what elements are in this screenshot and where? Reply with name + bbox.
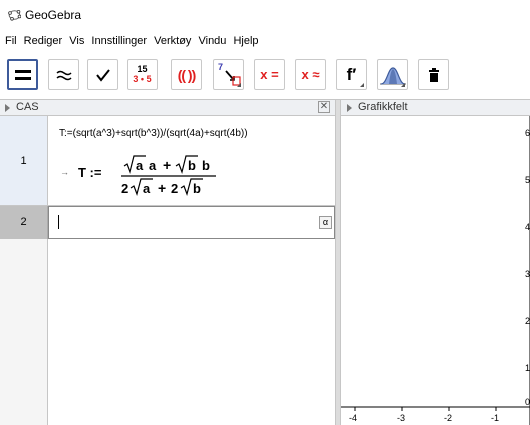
num-b: b bbox=[202, 158, 210, 173]
menu-edit[interactable]: Rediger bbox=[24, 32, 63, 47]
solve-button[interactable]: x = bbox=[254, 59, 285, 90]
cas-header-label: CAS bbox=[16, 101, 39, 113]
den-sqrt-b: b bbox=[193, 181, 201, 196]
den-sqrt-a: a bbox=[143, 181, 151, 196]
factor-numbers-button[interactable]: 15 3 • 5 bbox=[127, 59, 158, 90]
solve-text: x = bbox=[260, 67, 279, 82]
title-bar: GeoGebra bbox=[0, 0, 530, 30]
keep-input-button[interactable] bbox=[87, 59, 118, 90]
window-title: GeoGebra bbox=[25, 8, 82, 22]
graphics-canvas[interactable]: -4 -3 -2 -1 6 5 4 3 2 1 0 bbox=[341, 116, 530, 425]
close-panel-button[interactable]: ✕ bbox=[318, 101, 330, 113]
fraction-output: a a + b b 2 a + 2 b bbox=[121, 155, 216, 196]
menu-help[interactable]: Hjelp bbox=[233, 32, 258, 47]
factor-button[interactable]: (( )) bbox=[171, 59, 202, 90]
y-tick-label: 1 bbox=[525, 363, 530, 373]
x-tick-label: -2 bbox=[444, 413, 452, 423]
substitute-button[interactable]: 7 bbox=[213, 59, 244, 90]
nsolve-text: x ≈ bbox=[301, 67, 320, 82]
cas-cell-1[interactable]: T:=(sqrt(a^3)+sqrt(b^3))/(sqrt(4a)+sqrt(… bbox=[48, 116, 335, 206]
menu-view[interactable]: Vis bbox=[69, 32, 84, 47]
menu-bar: Fil Rediger Vis Innstillinger Verktøy Vi… bbox=[0, 32, 530, 52]
parentheses-text: (( )) bbox=[177, 66, 197, 83]
row-number-2[interactable]: 2 bbox=[0, 206, 48, 239]
x-tick-label: -4 bbox=[349, 413, 357, 423]
x-tick-label: -1 bbox=[491, 413, 499, 423]
x-tick-label: -3 bbox=[397, 413, 405, 423]
approx-icon bbox=[55, 70, 72, 80]
collapse-arrow-icon[interactable] bbox=[5, 104, 10, 112]
y-tick-label: 5 bbox=[525, 175, 530, 185]
geogebra-logo-icon bbox=[8, 9, 21, 21]
graphics-view[interactable]: -4 -3 -2 -1 6 5 4 3 2 1 0 bbox=[341, 116, 530, 425]
graphics-header-label: Grafikkfelt bbox=[358, 101, 408, 113]
derivative-button[interactable]: f′ bbox=[336, 59, 367, 90]
delete-button[interactable] bbox=[418, 59, 449, 90]
checkmark-icon bbox=[95, 68, 110, 82]
num-a: a bbox=[149, 158, 157, 173]
text-caret bbox=[58, 215, 59, 229]
den-two-a: 2 bbox=[121, 181, 128, 196]
solve-numerically-button[interactable]: x ≈ bbox=[295, 59, 326, 90]
num-sqrt-b: b bbox=[188, 158, 196, 173]
probability-button[interactable] bbox=[377, 59, 408, 90]
menu-settings[interactable]: Innstillinger bbox=[91, 32, 147, 47]
symbol-keyboard-button[interactable]: α bbox=[319, 216, 332, 229]
output-lhs: T := bbox=[78, 165, 102, 180]
cas-cell-2[interactable]: α bbox=[48, 206, 335, 239]
trash-icon bbox=[428, 67, 439, 82]
num-sqrt-a: a bbox=[136, 158, 144, 173]
den-plus: + bbox=[158, 180, 166, 196]
substitute-seven-text: 7 bbox=[218, 62, 224, 72]
menu-window[interactable]: Vindu bbox=[198, 32, 226, 47]
factor-bottom-text: 3 • 5 bbox=[133, 74, 152, 84]
num-plus: + bbox=[163, 157, 171, 173]
equals-icon bbox=[14, 69, 31, 80]
cas-panel-header: CAS ✕ bbox=[0, 100, 335, 116]
y-tick-label: 4 bbox=[525, 222, 530, 232]
collapse-arrow-icon[interactable] bbox=[347, 104, 352, 112]
graphics-panel-header: Grafikkfelt bbox=[341, 100, 530, 116]
y-tick-label: 3 bbox=[525, 269, 530, 279]
factor-top-text: 15 bbox=[137, 64, 148, 74]
y-tick-label: 6 bbox=[525, 128, 530, 138]
cas-input-1[interactable]: T:=(sqrt(a^3)+sqrt(b^3))/(sqrt(4a)+sqrt(… bbox=[59, 128, 248, 139]
row-number-1[interactable]: 1 bbox=[0, 116, 48, 206]
menu-tools[interactable]: Verktøy bbox=[154, 32, 191, 47]
numeric-button[interactable] bbox=[48, 59, 79, 90]
menu-file[interactable]: Fil bbox=[5, 32, 17, 47]
evaluate-button[interactable] bbox=[7, 59, 38, 90]
toolbar: 15 3 • 5 (( )) 7 x = x ≈ f′ bbox=[0, 56, 530, 98]
derivative-text: f′ bbox=[346, 64, 357, 84]
output-arrow-icon: → bbox=[60, 167, 69, 177]
y-tick-label: 2 bbox=[525, 316, 530, 326]
y-tick-label: 0 bbox=[525, 397, 530, 407]
den-two-b: 2 bbox=[171, 181, 178, 196]
